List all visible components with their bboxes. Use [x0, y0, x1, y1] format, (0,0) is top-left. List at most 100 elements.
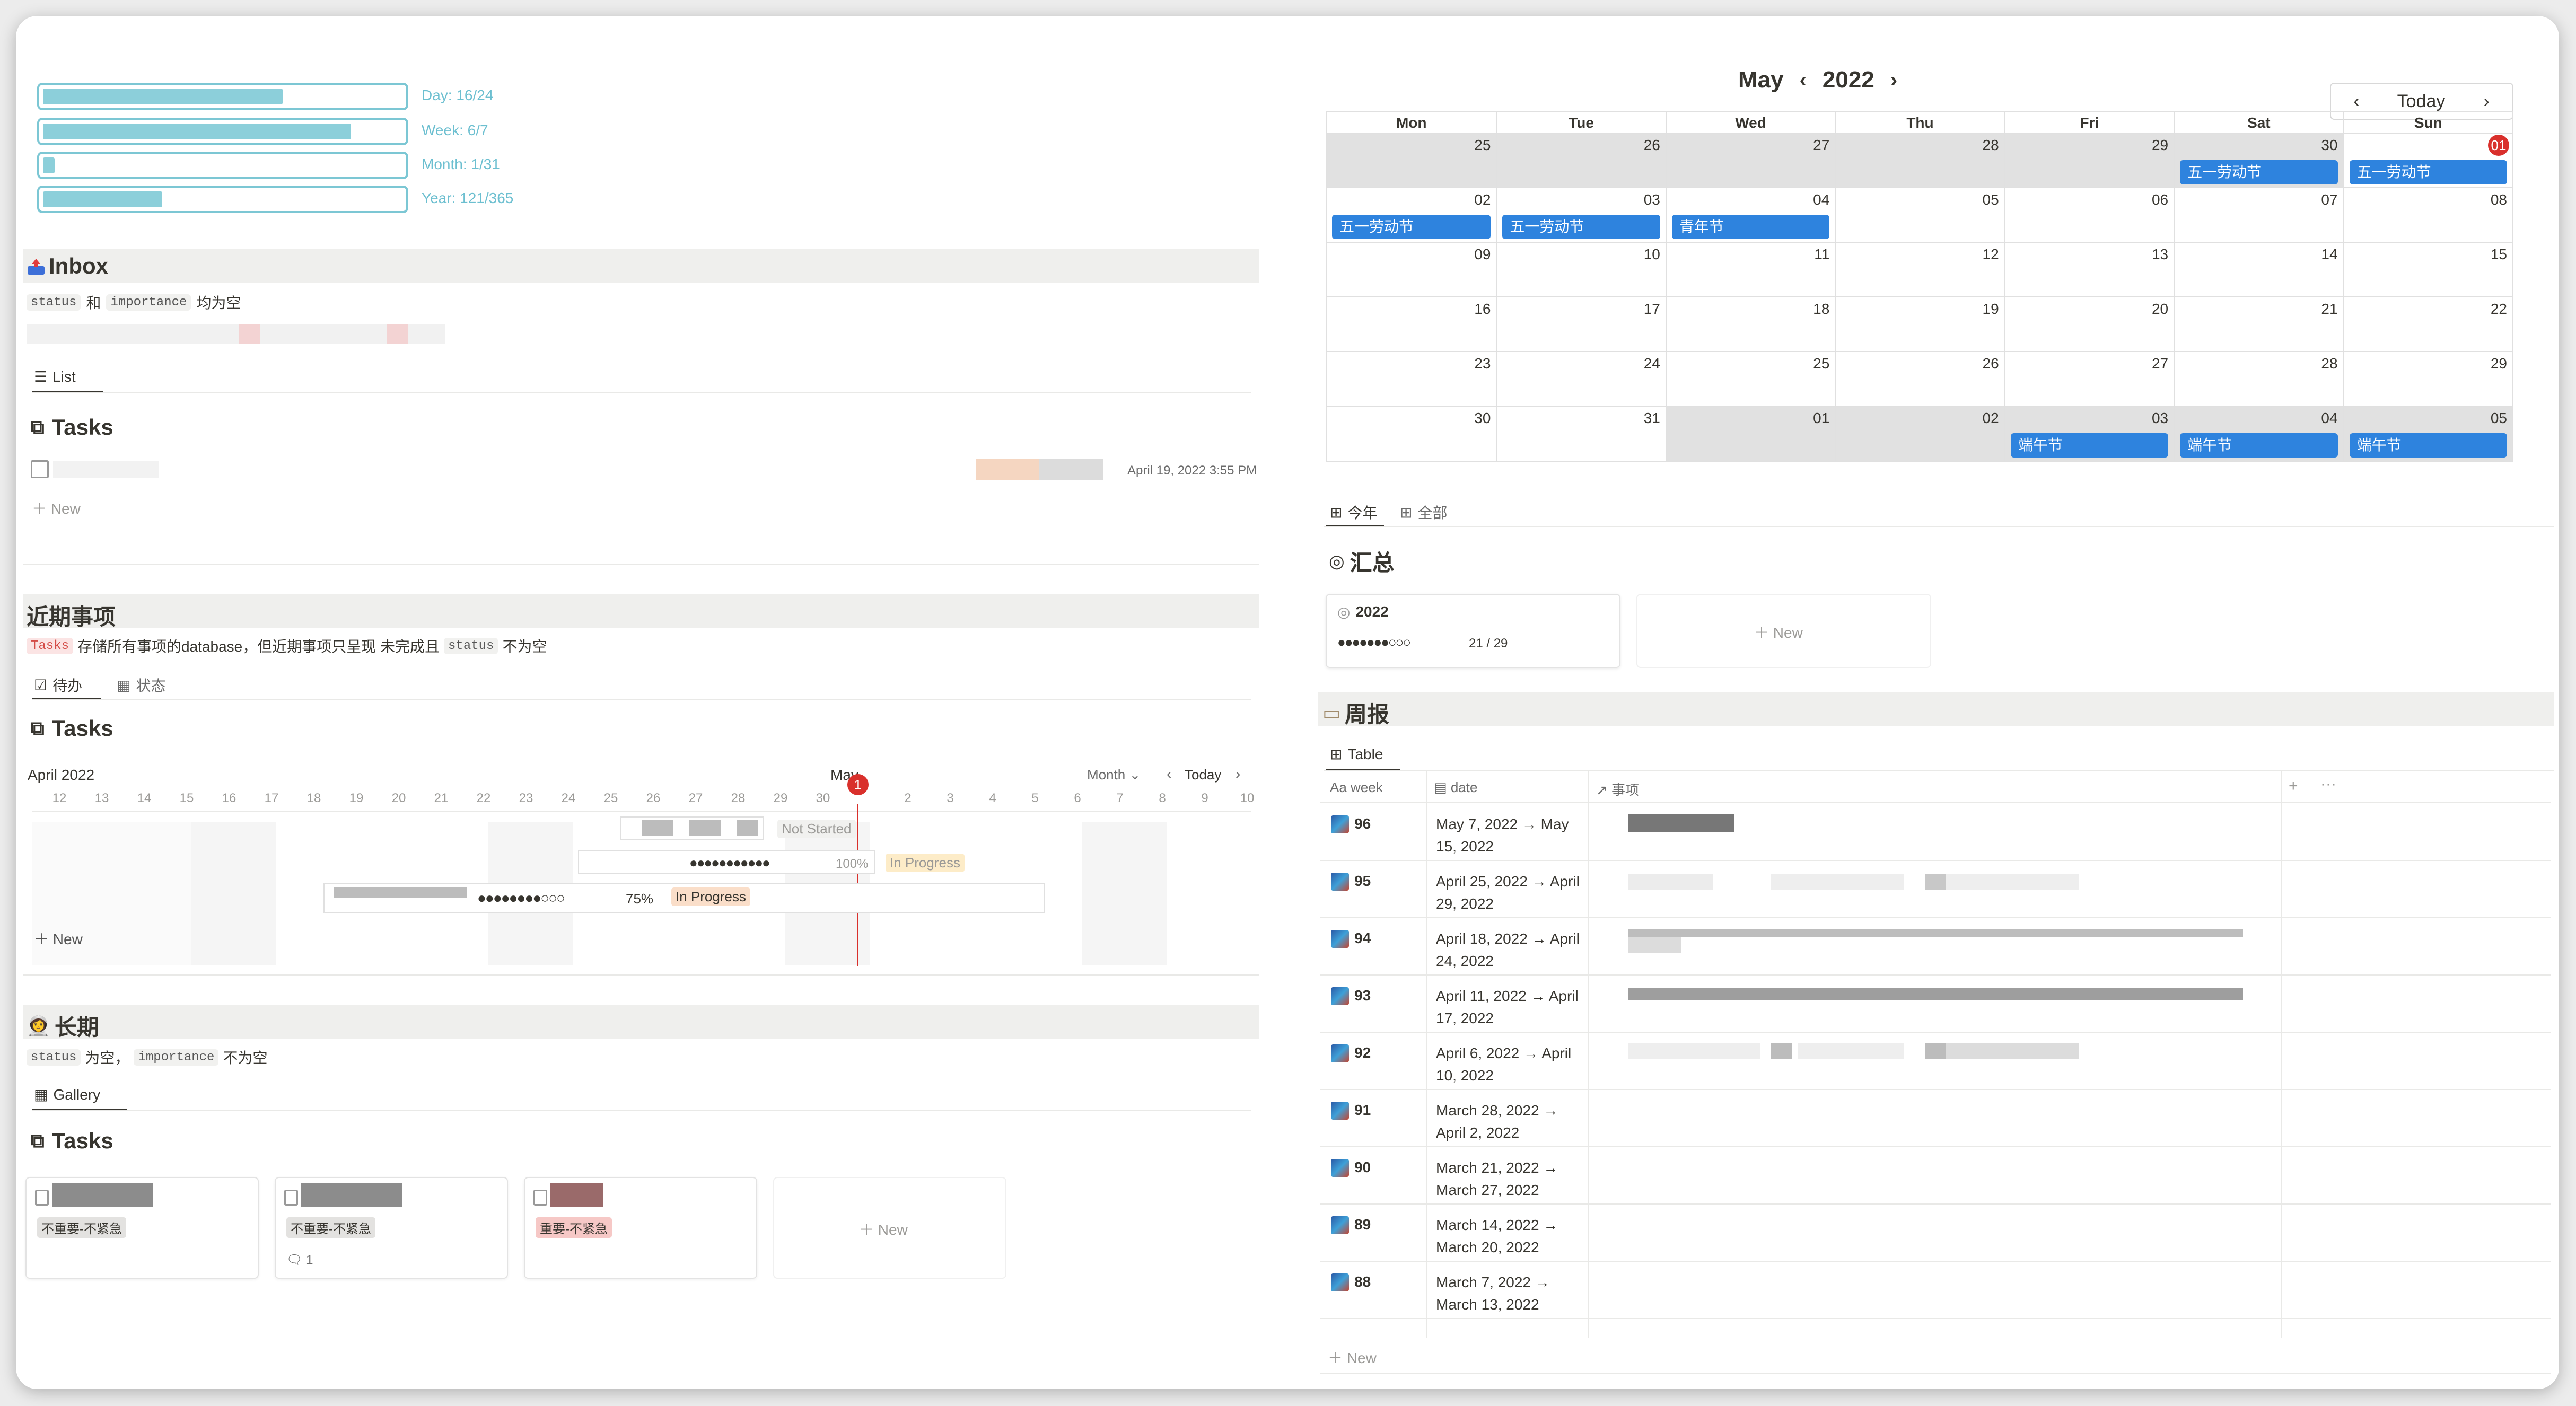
gallery-new-card[interactable]: ＋ New [773, 1177, 1006, 1279]
table-view-icon: ⊞ [1330, 746, 1343, 762]
calendar-day-cell[interactable]: 17 [1496, 297, 1665, 351]
calendar-event[interactable]: 五一劳动节 [1502, 215, 1660, 239]
chevron-right-icon[interactable]: › [1236, 766, 1240, 783]
tab-all[interactable]: ⊞ 全部 [1400, 502, 1447, 523]
calendar-day-cell[interactable]: 28 [2174, 352, 2343, 406]
next-month-icon[interactable]: › [1890, 68, 1897, 92]
calendar-day-cell[interactable]: 09 [1327, 243, 1496, 296]
gantt-view-select[interactable]: Month ⌄ [1087, 767, 1141, 783]
calendar-day-cell[interactable]: 05 端午节 [2343, 407, 2512, 461]
calendar-day-cell[interactable]: 01 [1665, 407, 1835, 461]
calendar-day-cell[interactable]: 02 [1835, 407, 2004, 461]
calendar-day-cell[interactable]: 27 [1665, 134, 1835, 187]
calendar-day-cell[interactable]: 30 [1327, 407, 1496, 461]
table-row[interactable]: 91 March 28, 2022 → April 2, 2022 [1320, 1090, 2551, 1147]
calendar-day-cell[interactable]: 11 [1665, 243, 1835, 296]
calendar-day-cell[interactable]: 05 [1835, 188, 2004, 242]
calendar-day-cell[interactable]: 26 [1835, 352, 2004, 406]
calendar-day-cell[interactable]: 30 五一劳动节 [2174, 134, 2343, 187]
calendar-event[interactable]: 青年节 [1671, 215, 1830, 239]
blurred-text [387, 324, 408, 344]
inbox-new-button[interactable]: ＋ New [32, 497, 81, 519]
gallery-card[interactable]: 重要-不紧急 [524, 1177, 757, 1279]
week-date-range: March 28, 2022 → April 2, 2022 [1436, 1102, 1558, 1141]
calendar-day-cell[interactable]: 01 五一劳动节 [2343, 134, 2512, 187]
tab-gallery[interactable]: ▦ Gallery [34, 1086, 100, 1103]
gallery-new-button[interactable]: ＋ New [859, 1218, 908, 1240]
calendar-day-number: 08 [2490, 191, 2507, 208]
calendar-day-cell[interactable]: 24 [1496, 352, 1665, 406]
calendar-day-cell[interactable]: 12 [1835, 243, 2004, 296]
calendar-week-row: 09 10 11 12 13 14 15 [1327, 243, 2512, 297]
calendar-day-cell[interactable]: 25 [1665, 352, 1835, 406]
blurred-relation [1628, 814, 1734, 832]
calendar-day-cell[interactable]: 08 [2343, 188, 2512, 242]
calendar-day-cell[interactable]: 04 端午节 [2174, 407, 2343, 461]
tab-this-year[interactable]: ⊞ 今年 [1330, 502, 1377, 523]
calendar-day-cell[interactable]: 13 [2004, 243, 2174, 296]
table-row[interactable]: 88 March 7, 2022 → March 13, 2022 [1320, 1262, 2551, 1319]
calendar-day-cell[interactable]: 19 [1835, 297, 2004, 351]
chevron-left-icon[interactable]: ‹ [1167, 766, 1171, 783]
calendar-day-cell[interactable]: 22 [2343, 297, 2512, 351]
table-row[interactable]: 93 April 11, 2022 → April 17, 2022 [1320, 976, 2551, 1033]
calendar-day-number: 04 [1813, 191, 1830, 208]
calendar-day-cell[interactable]: 15 [2343, 243, 2512, 296]
calendar-day-cell[interactable]: 28 [1835, 134, 2004, 187]
calendar-day-cell[interactable]: 18 [1665, 297, 1835, 351]
add-column-icon[interactable]: + [2289, 777, 2298, 795]
blurred-relation [1946, 874, 2079, 890]
table-row[interactable]: 96 May 7, 2022 → May 15, 2022 [1320, 804, 2551, 861]
table-row[interactable]: 90 March 21, 2022 → March 27, 2022 [1320, 1147, 2551, 1205]
tab-table[interactable]: ⊞ Table [1330, 745, 1383, 763]
calendar-day-cell[interactable]: 21 [2174, 297, 2343, 351]
upcoming-db-title: ⧉ Tasks [31, 716, 113, 741]
summary-new-card[interactable]: ＋ New [1636, 594, 1931, 668]
blurred-title[interactable] [53, 461, 159, 478]
calendar-day-cell[interactable]: 27 [2004, 352, 2174, 406]
calendar-day-cell[interactable]: 20 [2004, 297, 2174, 351]
col-week[interactable]: Aa week [1330, 779, 1383, 796]
calendar-event[interactable]: 五一劳动节 [2180, 160, 2338, 184]
calendar-event[interactable]: 端午节 [2010, 433, 2169, 458]
col-items[interactable]: ↗ 事项 [1596, 779, 1639, 799]
tab-status[interactable]: ▦ 状态 [117, 674, 165, 696]
gantt-new-button[interactable]: ＋ New [34, 928, 83, 949]
col-date[interactable]: ▤ date [1434, 779, 1477, 796]
gallery-card[interactable]: 不重要-不紧急 🗨 1 [275, 1177, 508, 1279]
calendar-day-cell[interactable]: 25 [1327, 134, 1496, 187]
calendar-day-cell[interactable]: 02 五一劳动节 [1327, 188, 1496, 242]
calendar-event[interactable]: 五一劳动节 [2349, 160, 2507, 184]
gantt-today-button[interactable]: Today [1185, 767, 1221, 783]
table-row[interactable]: 95 April 25, 2022 → April 29, 2022 [1320, 861, 2551, 918]
table-row[interactable]: 94 April 18, 2022 → April 24, 2022 [1320, 918, 2551, 976]
calendar-day-cell[interactable]: 14 [2174, 243, 2343, 296]
calendar-event[interactable]: 端午节 [2349, 433, 2507, 458]
calendar-event[interactable]: 端午节 [2180, 433, 2338, 458]
calendar-day-cell[interactable]: 29 [2004, 134, 2174, 187]
calendar-day-cell[interactable]: 03 五一劳动节 [1496, 188, 1665, 242]
calendar-day-cell[interactable]: 06 [2004, 188, 2174, 242]
calendar-day-cell[interactable]: 10 [1496, 243, 1665, 296]
tab-list[interactable]: ☰ List [34, 368, 76, 385]
calendar-day-cell[interactable]: 03 端午节 [2004, 407, 2174, 461]
summary-new-button[interactable]: ＋ New [1754, 621, 1803, 643]
calendar-day-cell[interactable]: 16 [1327, 297, 1496, 351]
calendar-day-cell[interactable]: 31 [1496, 407, 1665, 461]
calendar-day-cell[interactable]: 29 [2343, 352, 2512, 406]
table-row[interactable]: 89 March 14, 2022 → March 20, 2022 [1320, 1205, 2551, 1262]
tab-todo[interactable]: ☑ 待办 [34, 674, 82, 696]
calendar-day-cell[interactable]: 07 [2174, 188, 2343, 242]
calendar-day-cell[interactable]: 23 [1327, 352, 1496, 406]
calendar-day-number: 01 [1813, 410, 1830, 426]
calendar-event[interactable]: 五一劳动节 [1332, 215, 1491, 239]
weekly-new-button[interactable]: ＋ New [1328, 1347, 1377, 1368]
prev-month-icon[interactable]: ‹ [1800, 68, 1807, 92]
summary-card[interactable]: ◎ 2022 ●●●●●●●○○○ 21 / 29 [1326, 594, 1620, 668]
table-row[interactable]: 92 April 6, 2022 → April 10, 2022 [1320, 1033, 2551, 1090]
calendar-day-cell[interactable]: 26 [1496, 134, 1666, 187]
more-icon[interactable]: ··· [2320, 775, 2336, 793]
calendar-day-cell[interactable]: 04 青年节 [1665, 188, 1835, 242]
blurred-relation [1628, 937, 1681, 953]
gallery-card[interactable]: 不重要-不紧急 [25, 1177, 259, 1279]
